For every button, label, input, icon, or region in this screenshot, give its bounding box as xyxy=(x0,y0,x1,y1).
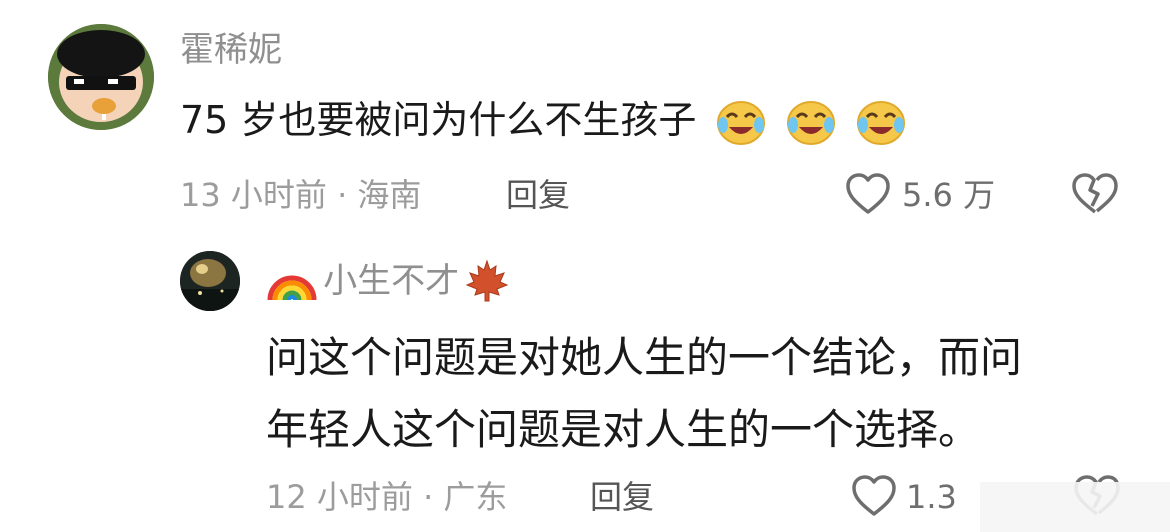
reply-text-line-2: 年轻人这个问题是对人生的一个选择。 xyxy=(266,405,981,454)
crying-laughing-face-emoji xyxy=(856,100,905,145)
like-count: 5.6 万 xyxy=(902,176,996,214)
reply-avatar-image xyxy=(180,251,240,311)
reply-like-count: 1.3 xyxy=(906,478,957,516)
watermark-overlay xyxy=(980,482,1170,532)
reply-username-row: 小生不才 xyxy=(266,258,510,306)
reply-like-icon[interactable] xyxy=(851,474,897,518)
reply-button[interactable]: 回复 xyxy=(506,176,570,214)
reply-text-line-1: 问这个问题是对她人生的一个结论，而问 xyxy=(266,333,1023,382)
maple-leaf-icon xyxy=(465,259,509,302)
comment-body: 75 岁也要被问为什么不生孩子 xyxy=(180,98,697,142)
reply-username[interactable]: 小生不才 xyxy=(323,261,459,301)
crying-laughing-face-emoji xyxy=(716,100,765,145)
reply-meta: 12 小时前 · 广东 xyxy=(266,478,508,516)
comment-text: 75 岁也要被问为什么不生孩子 xyxy=(180,98,907,147)
reply-reply-button[interactable]: 回复 xyxy=(590,478,654,516)
username[interactable]: 霍稀妮 xyxy=(180,30,282,70)
avatar[interactable] xyxy=(48,24,154,130)
dislike-icon[interactable] xyxy=(1070,172,1120,216)
like-icon[interactable] xyxy=(845,172,891,216)
crying-laughing-face-emoji xyxy=(786,100,835,145)
comment-meta: 13 小时前 · 海南 xyxy=(180,176,422,214)
avatar-image xyxy=(48,24,154,130)
reply-avatar[interactable] xyxy=(180,251,240,311)
rainbow-icon xyxy=(267,275,317,301)
